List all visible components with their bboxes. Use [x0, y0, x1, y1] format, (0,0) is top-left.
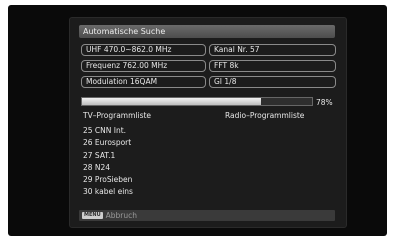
scan-progress-percent: 78%	[316, 98, 333, 107]
band-field: UHF 470.0~862.0 MHz	[81, 44, 206, 56]
list-item: 27 SAT.1	[83, 150, 116, 160]
list-item: 26 Eurosport	[83, 138, 132, 148]
list-item: 29 ProSieben	[83, 175, 133, 185]
menu-key-badge[interactable]: MENU	[82, 212, 103, 219]
tv-screen: Automatische Suche UHF 470.0~862.0 MHz K…	[69, 17, 347, 228]
list-item: 28 N24	[83, 162, 111, 172]
tv-bezel: Automatische Suche UHF 470.0~862.0 MHz K…	[8, 5, 387, 236]
radio-list-header: Radio–Programmliste	[225, 111, 305, 120]
list-item: 30 kabel eins	[83, 187, 133, 197]
list-item: 25 CNN Int.	[83, 126, 127, 135]
scan-progress-bar	[81, 97, 313, 106]
footer-bar: MENU Abbruch	[79, 210, 335, 221]
dialog-title: Automatische Suche	[79, 25, 335, 38]
guard-interval-field: GI 1/8	[209, 76, 336, 88]
tv-list-header: TV–Programmliste	[83, 111, 152, 120]
frequency-field: Frequenz 762.00 MHz	[81, 60, 206, 72]
tv-program-list: 25 CNN Int. 26 Eurosport 27 SAT.1 28 N24…	[83, 125, 133, 199]
cancel-hint[interactable]: Abbruch	[106, 210, 137, 221]
channel-field: Kanal Nr. 57	[209, 44, 336, 56]
modulation-field: Modulation 16QAM	[81, 76, 206, 88]
scan-progress-fill	[82, 98, 262, 105]
fft-field: FFT 8k	[209, 60, 336, 72]
